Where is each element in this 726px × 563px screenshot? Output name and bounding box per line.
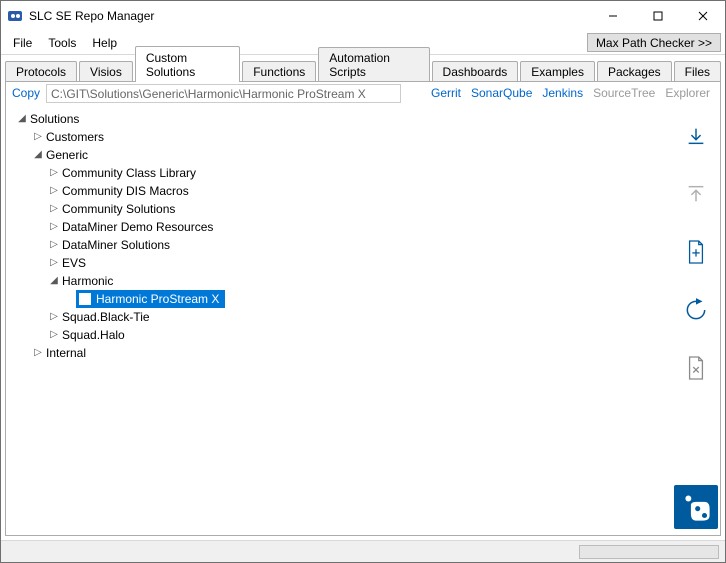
link-sonarqube[interactable]: SonarQube [471, 86, 532, 100]
tree-node-community-class-library[interactable]: ▷Community Class Library [10, 164, 668, 182]
upload-button[interactable] [678, 176, 714, 212]
tree-selected-item: Harmonic ProStream X [76, 290, 225, 308]
tree-node-dataminer-solutions[interactable]: ▷DataMiner Solutions [10, 236, 668, 254]
link-gerrit[interactable]: Gerrit [431, 86, 461, 100]
tab-custom-solutions[interactable]: Custom Solutions [135, 46, 240, 82]
expand-icon[interactable]: ◢ [48, 272, 60, 290]
tree-label: Customers [44, 128, 106, 146]
tree-label: DataMiner Demo Resources [60, 218, 215, 236]
minimize-button[interactable] [590, 1, 635, 31]
tree-node-harmonic-prostream-x[interactable]: ▷ Harmonic ProStream X [10, 290, 668, 308]
maximize-button[interactable] [635, 1, 680, 31]
max-path-checker-button[interactable]: Max Path Checker >> [587, 33, 721, 52]
tree-label: EVS [60, 254, 88, 272]
link-explorer[interactable]: Explorer [665, 86, 710, 100]
tab-files[interactable]: Files [674, 61, 721, 82]
tree-node-customers[interactable]: ▷Customers [10, 128, 668, 146]
menu-help[interactable]: Help [84, 31, 125, 54]
app-icon [7, 8, 23, 24]
tree-node-community-solutions[interactable]: ▷Community Solutions [10, 200, 668, 218]
tab-functions[interactable]: Functions [242, 61, 316, 82]
solutions-tree[interactable]: ◢Solutions ▷Customers ◢Generic ▷Communit… [6, 104, 672, 535]
delete-file-button[interactable] [678, 350, 714, 386]
tree-label: Community DIS Macros [60, 182, 191, 200]
tab-protocols[interactable]: Protocols [5, 61, 77, 82]
menu-tools[interactable]: Tools [40, 31, 84, 54]
download-button[interactable] [678, 118, 714, 154]
tree-node-dataminer-demo-resources[interactable]: ▷DataMiner Demo Resources [10, 218, 668, 236]
copy-link[interactable]: Copy [10, 86, 42, 100]
close-button[interactable] [680, 1, 725, 31]
tree-label: Community Solutions [60, 200, 177, 218]
tree-label: Harmonic ProStream X [96, 290, 219, 308]
no-expand-icon: ▷ [64, 290, 76, 308]
collapse-icon[interactable]: ▷ [48, 164, 60, 182]
tree-node-internal[interactable]: ▷Internal [10, 344, 668, 362]
collapse-icon[interactable]: ▷ [48, 308, 60, 326]
external-links: Gerrit SonarQube Jenkins SourceTree Expl… [431, 86, 716, 100]
tree-node-evs[interactable]: ▷EVS [10, 254, 668, 272]
collapse-icon[interactable]: ▷ [48, 236, 60, 254]
collapse-icon[interactable]: ▷ [32, 344, 44, 362]
brand-logo-button[interactable] [674, 485, 718, 529]
tree-label: DataMiner Solutions [60, 236, 172, 254]
window-controls [590, 1, 725, 31]
new-file-button[interactable] [678, 234, 714, 270]
tab-strip: Protocols Visios Custom Solutions Functi… [1, 55, 725, 81]
expand-icon[interactable]: ◢ [32, 146, 44, 164]
tab-automation-scripts[interactable]: Automation Scripts [318, 47, 429, 82]
refresh-button[interactable] [678, 292, 714, 328]
tree-node-community-dis-macros[interactable]: ▷Community DIS Macros [10, 182, 668, 200]
path-row: Copy C:\GIT\Solutions\Generic\Harmonic\H… [6, 82, 720, 104]
tree-label: Community Class Library [60, 164, 198, 182]
tab-examples[interactable]: Examples [520, 61, 595, 82]
link-jenkins[interactable]: Jenkins [542, 86, 583, 100]
solution-icon [78, 292, 92, 306]
tab-content: Copy C:\GIT\Solutions\Generic\Harmonic\H… [5, 81, 721, 536]
collapse-icon[interactable]: ▷ [48, 182, 60, 200]
status-bar [1, 540, 725, 562]
tree-label: Solutions [28, 110, 81, 128]
collapse-icon[interactable]: ▷ [48, 254, 60, 272]
title-bar: SLC SE Repo Manager [1, 1, 725, 31]
tab-visios[interactable]: Visios [79, 61, 133, 82]
collapse-icon[interactable]: ▷ [48, 200, 60, 218]
tab-packages[interactable]: Packages [597, 61, 672, 82]
collapse-icon[interactable]: ▷ [48, 218, 60, 236]
content-body: ◢Solutions ▷Customers ◢Generic ▷Communit… [6, 104, 720, 535]
window-title: SLC SE Repo Manager [29, 9, 590, 23]
action-panel [672, 104, 720, 535]
tab-dashboards[interactable]: Dashboards [432, 61, 519, 82]
tree-node-harmonic[interactable]: ◢Harmonic [10, 272, 668, 290]
collapse-icon[interactable]: ▷ [32, 128, 44, 146]
tree-node-generic[interactable]: ◢Generic [10, 146, 668, 164]
progress-bar [579, 545, 719, 559]
tree-node-squad-black-tie[interactable]: ▷Squad.Black-Tie [10, 308, 668, 326]
tree-node-solutions[interactable]: ◢Solutions [10, 110, 668, 128]
link-sourcetree[interactable]: SourceTree [593, 86, 655, 100]
path-input[interactable]: C:\GIT\Solutions\Generic\Harmonic\Harmon… [46, 84, 401, 103]
tree-label: Generic [44, 146, 90, 164]
tree-label: Harmonic [60, 272, 115, 290]
tree-label: Squad.Black-Tie [60, 308, 152, 326]
tree-node-squad-halo[interactable]: ▷Squad.Halo [10, 326, 668, 344]
collapse-icon[interactable]: ▷ [48, 326, 60, 344]
expand-icon[interactable]: ◢ [16, 110, 28, 128]
tree-label: Squad.Halo [60, 326, 127, 344]
menu-file[interactable]: File [5, 31, 40, 54]
tree-label: Internal [44, 344, 88, 362]
